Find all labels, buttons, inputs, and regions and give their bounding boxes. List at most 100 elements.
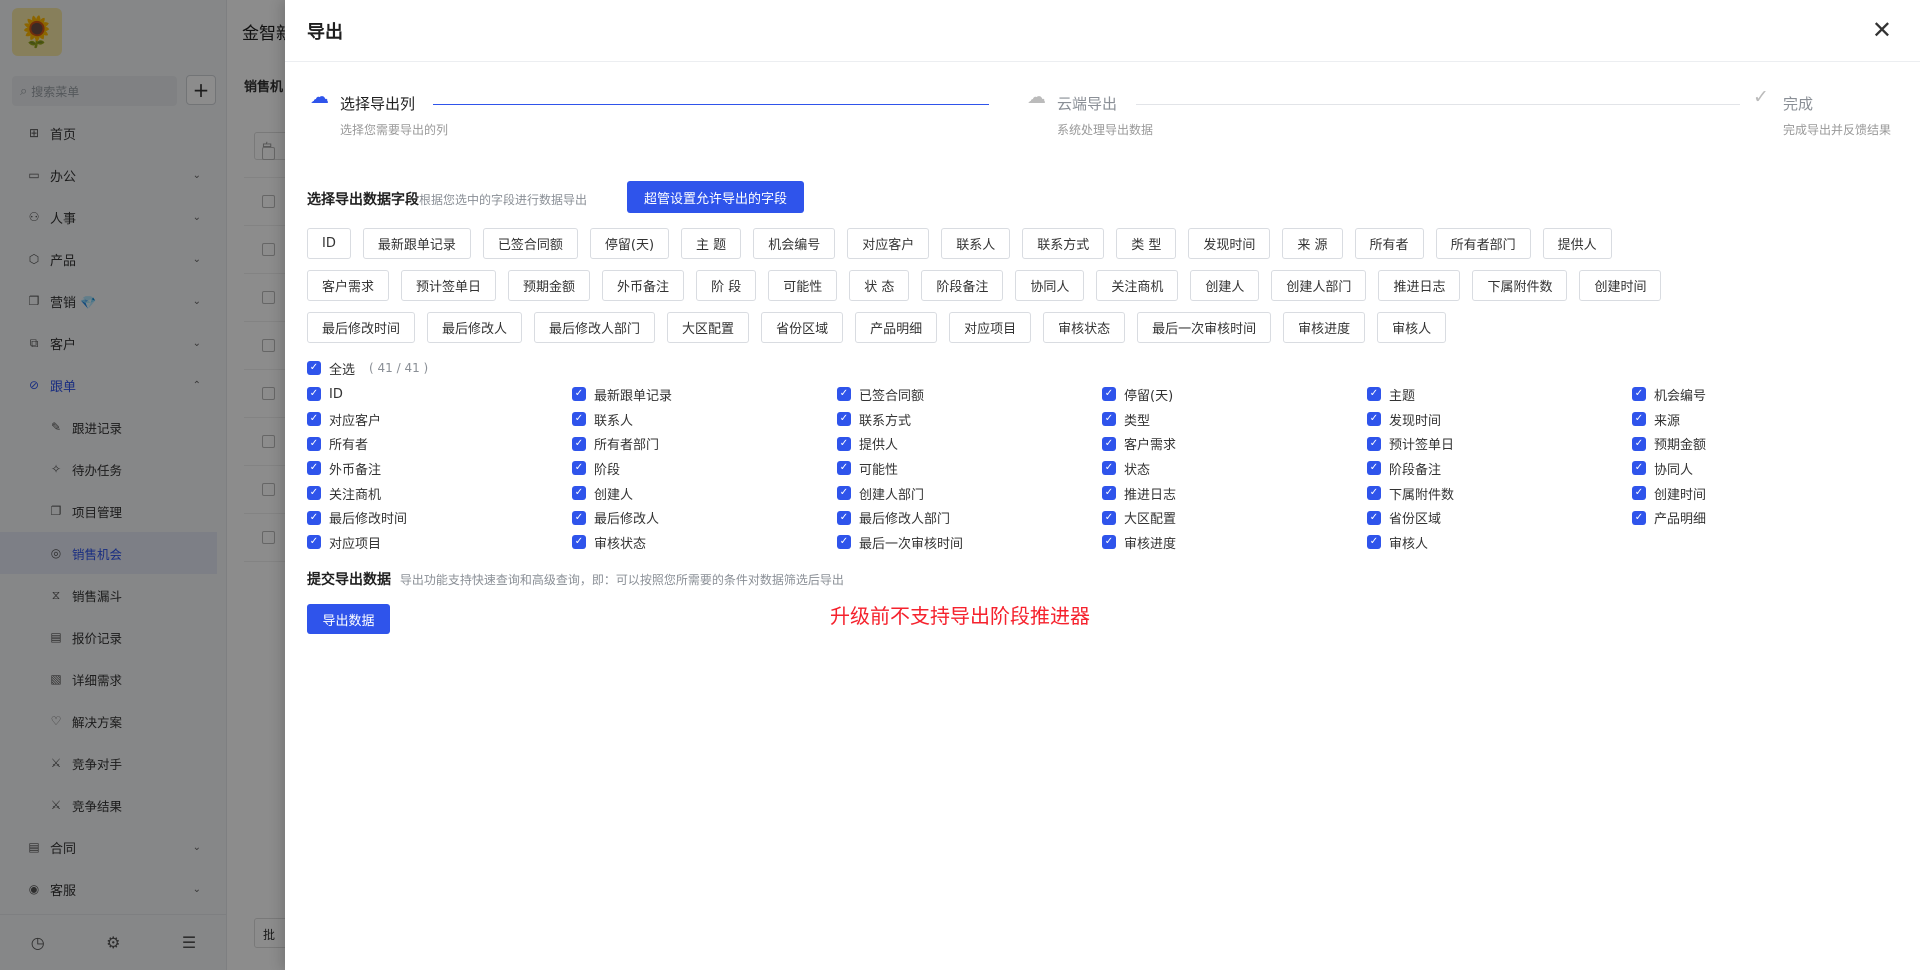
field-checkbox[interactable]: ✓ 大区配置 (1102, 505, 1367, 530)
field-checkbox-label: 预计签单日 (1389, 438, 1455, 454)
field-checkbox[interactable]: ✓ 状态 (1102, 456, 1367, 481)
field-tag[interactable]: 状 态 (849, 270, 910, 301)
field-checkbox[interactable]: ✓ 预期金额 (1632, 431, 1897, 456)
field-checkbox-label: 客户需求 (1124, 438, 1177, 454)
field-checkbox[interactable]: ✓ 下属附件数 (1367, 481, 1632, 506)
field-checkbox[interactable]: ✓ 外币备注 (307, 456, 572, 481)
select-all-checkbox[interactable]: ✓ 全选 ( 41 / 41 ) (307, 358, 1907, 378)
field-checkbox-label: 对应项目 (329, 536, 382, 552)
field-checkbox-label: 来源 (1654, 413, 1681, 429)
field-checkbox[interactable]: ✓ 省份区域 (1367, 505, 1632, 530)
field-checkbox[interactable]: ✓ 所有者 (307, 431, 572, 456)
field-tag[interactable]: 提供人 (1542, 228, 1612, 259)
admin-settings-button[interactable]: 超管设置允许导出的字段 (627, 181, 804, 213)
field-checkbox[interactable]: ✓ 已签合同额 (837, 382, 1102, 407)
field-checkbox[interactable]: ✓ 停留(天) (1102, 382, 1367, 407)
field-checkbox[interactable]: ✓ 审核人 (1367, 530, 1632, 555)
field-checkbox-label: 对应客户 (329, 413, 382, 429)
check-icon: ✓ (1632, 412, 1646, 427)
field-checkbox[interactable]: ✓ 产品明细 (1632, 505, 1897, 530)
field-checkbox[interactable]: ✓ 机会编号 (1632, 382, 1897, 407)
field-checkbox[interactable]: ✓ 阶段备注 (1367, 456, 1632, 481)
field-checkbox[interactable]: ✓ 所有者部门 (572, 431, 837, 456)
field-tag[interactable]: 产品明细 (855, 312, 938, 343)
field-checkbox[interactable]: ✓ 最后一次审核时间 (837, 530, 1102, 555)
close-icon[interactable]: ✕ (1872, 16, 1892, 44)
field-checkbox[interactable]: ✓ 主题 (1367, 382, 1632, 407)
field-tag[interactable]: 创建人 (1190, 270, 1260, 301)
field-tag[interactable]: 创建时间 (1579, 270, 1662, 301)
field-tag[interactable]: 停留(天) (589, 228, 670, 259)
field-checkbox[interactable]: ✓ 最后修改时间 (307, 505, 572, 530)
field-checkbox[interactable]: ✓ 客户需求 (1102, 431, 1367, 456)
field-tag[interactable]: 最后修改人部门 (534, 312, 656, 343)
field-checkbox[interactable]: ✓ 可能性 (837, 456, 1102, 481)
field-tag[interactable]: 外币备注 (602, 270, 685, 301)
field-tag[interactable]: 最后一次审核时间 (1137, 312, 1272, 343)
field-tag[interactable]: 可能性 (768, 270, 838, 301)
field-checkbox[interactable]: ✓ 审核进度 (1102, 530, 1367, 555)
field-checkbox[interactable]: ✓ 阶段 (572, 456, 837, 481)
field-checkbox[interactable]: ✓ 对应客户 (307, 407, 572, 432)
field-tag[interactable]: 预期金额 (508, 270, 591, 301)
field-checkbox[interactable]: ✓ 提供人 (837, 431, 1102, 456)
field-tag[interactable]: 客户需求 (307, 270, 390, 301)
field-checkbox[interactable]: ✓ 协同人 (1632, 456, 1897, 481)
export-data-button[interactable]: 导出数据 (307, 604, 390, 634)
field-checkbox[interactable]: ✓ 审核状态 (572, 530, 837, 555)
field-checkbox[interactable]: ✓ 类型 (1102, 407, 1367, 432)
field-tag[interactable]: 省份区域 (761, 312, 844, 343)
check-icon: ✓ (572, 510, 586, 525)
field-tag[interactable]: 主 题 (681, 228, 742, 259)
field-tag[interactable]: 所有者 (1354, 228, 1424, 259)
field-tag[interactable]: 最后修改人 (427, 312, 523, 343)
field-checkbox[interactable]: ✓ 发现时间 (1367, 407, 1632, 432)
field-checkbox[interactable]: ✓ 来源 (1632, 407, 1897, 432)
field-checkbox[interactable]: ✓ 联系方式 (837, 407, 1102, 432)
field-checkbox-label: 发现时间 (1389, 413, 1442, 429)
field-tag[interactable]: 审核进度 (1283, 312, 1366, 343)
field-tag[interactable]: 发现时间 (1188, 228, 1271, 259)
field-tag[interactable]: 联系方式 (1022, 228, 1105, 259)
field-checkbox[interactable]: ✓ 关注商机 (307, 481, 572, 506)
field-checkbox[interactable]: ✓ 预计签单日 (1367, 431, 1632, 456)
field-tag[interactable]: 最后修改时间 (307, 312, 416, 343)
field-checkbox[interactable]: ✓ 最新跟单记录 (572, 382, 837, 407)
field-tag[interactable]: 机会编号 (753, 228, 836, 259)
field-checkbox[interactable]: ✓ ID (307, 382, 572, 407)
field-tag[interactable]: 下属附件数 (1472, 270, 1568, 301)
field-tag[interactable]: 阶 段 (696, 270, 757, 301)
field-tag[interactable]: ID (307, 228, 351, 259)
field-checkbox[interactable]: ✓ 最后修改人 (572, 505, 837, 530)
field-tag[interactable]: 预计签单日 (401, 270, 497, 301)
field-checkbox-label: 创建人部门 (859, 487, 925, 503)
check-icon: ✓ (837, 535, 851, 550)
field-tag[interactable]: 对应项目 (949, 312, 1032, 343)
field-tag[interactable]: 已签合同额 (482, 228, 578, 259)
field-tag[interactable]: 推进日志 (1378, 270, 1461, 301)
fields-title: 选择导出数据字段 (307, 192, 419, 208)
check-icon: ✓ (837, 510, 851, 525)
field-tag[interactable]: 对应客户 (847, 228, 930, 259)
field-checkbox[interactable]: ✓ 创建人部门 (837, 481, 1102, 506)
field-checkbox[interactable]: ✓ 创建人 (572, 481, 837, 506)
field-tag[interactable]: 所有者部门 (1435, 228, 1531, 259)
check-icon: ✓ (837, 412, 851, 427)
field-checkbox[interactable]: ✓ 推进日志 (1102, 481, 1367, 506)
field-checkbox[interactable]: ✓ 联系人 (572, 407, 837, 432)
field-tag[interactable]: 来 源 (1282, 228, 1343, 259)
field-checkbox[interactable]: ✓ 对应项目 (307, 530, 572, 555)
field-checkbox[interactable]: ✓ 创建时间 (1632, 481, 1897, 506)
field-tag[interactable]: 类 型 (1116, 228, 1177, 259)
field-tag[interactable]: 联系人 (941, 228, 1011, 259)
field-tag[interactable]: 关注商机 (1096, 270, 1179, 301)
field-tag[interactable]: 大区配置 (667, 312, 750, 343)
field-checkbox[interactable]: ✓ 最后修改人部门 (837, 505, 1102, 530)
field-tag[interactable]: 审核人 (1377, 312, 1447, 343)
field-tag[interactable]: 最新跟单记录 (362, 228, 471, 259)
field-tag[interactable]: 创建人部门 (1271, 270, 1367, 301)
field-checkbox-label: ID (329, 386, 343, 402)
field-tag[interactable]: 协同人 (1015, 270, 1085, 301)
field-tag[interactable]: 阶段备注 (921, 270, 1004, 301)
field-tag[interactable]: 审核状态 (1043, 312, 1126, 343)
